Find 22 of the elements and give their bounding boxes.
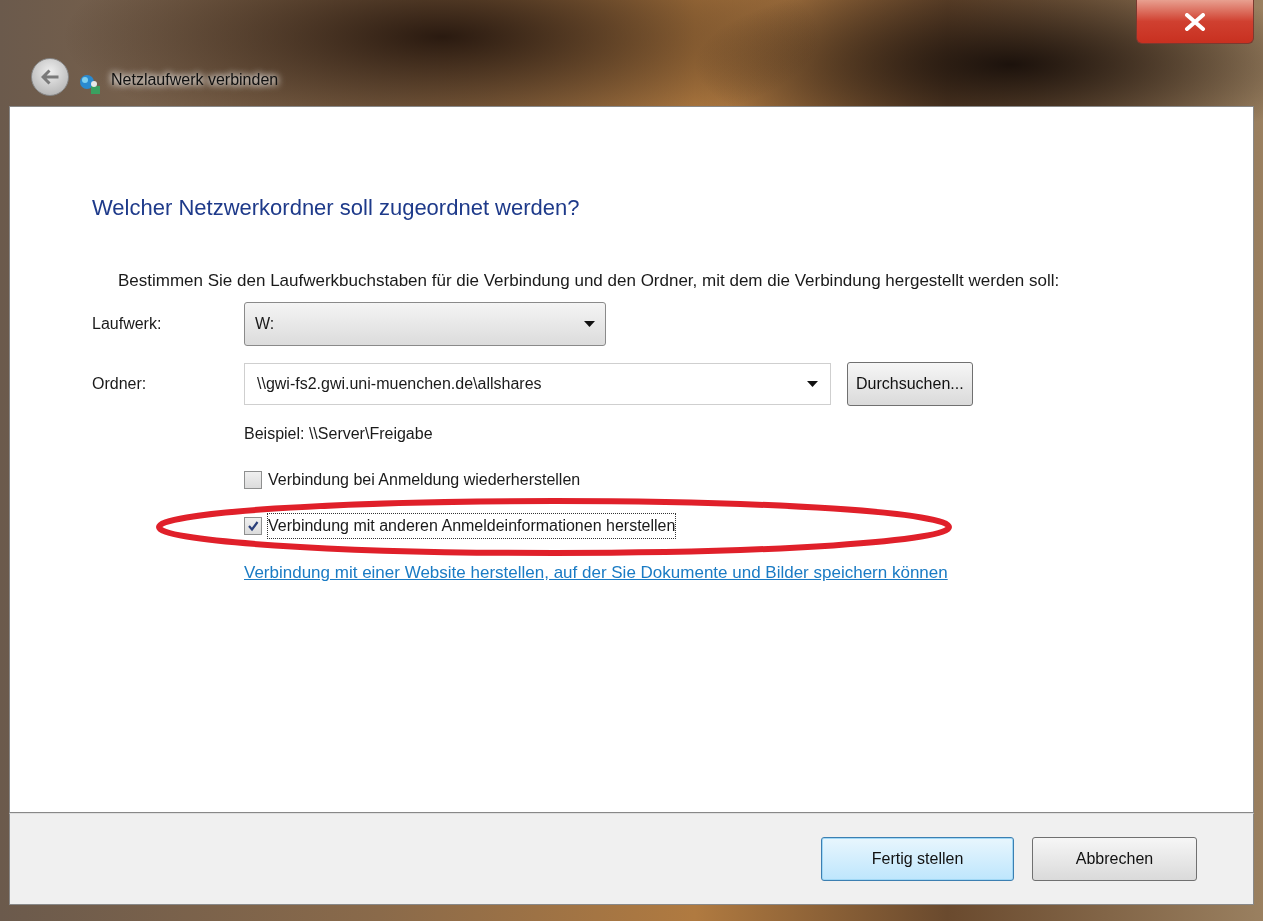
back-arrow-icon <box>41 69 59 85</box>
description-text: Bestimmen Sie den Laufwerkbuchstaben für die Verbindung und den Ordner, mit dem die Verbindung hergestellt werden soll: <box>118 270 1061 292</box>
dropdown-arrow-icon <box>584 321 595 328</box>
example-text: Beispiel: \\Server\Freigabe <box>244 424 434 445</box>
folder-combo-field[interactable]: \\gwi-fs2.gwi.uni-muenchen.de\allshares <box>244 363 831 406</box>
close-button[interactable] <box>1136 0 1254 44</box>
page-heading: Welcher Netzwerkordner soll zugeordnet werden? <box>92 194 581 222</box>
dropdown-arrow-icon <box>807 381 818 388</box>
dialog-button[interactable]: Abbrechen <box>1032 837 1197 881</box>
network-drive-icon <box>79 74 101 96</box>
folder-label: Ordner: <box>92 374 148 395</box>
checkbox-label[interactable]: Verbindung bei Anmeldung wiederherstellen <box>268 468 581 493</box>
website-link[interactable]: Verbindung mit einer Website herstellen, auf der Sie Dokumente und Bilder speichern können <box>244 560 1144 587</box>
window-title: Netzlaufwerk verbinden <box>111 70 279 90</box>
back-button[interactable] <box>31 58 69 96</box>
browse-button[interactable]: Durchsuchen... <box>847 362 973 407</box>
checkbox[interactable] <box>244 471 262 490</box>
dialog-button[interactable]: Fertig stellen <box>821 837 1014 881</box>
checkbox[interactable] <box>244 517 262 536</box>
close-icon <box>1184 12 1206 31</box>
drive-dropdown[interactable]: W: <box>244 302 606 347</box>
drive-label: Laufwerk: <box>92 314 163 335</box>
